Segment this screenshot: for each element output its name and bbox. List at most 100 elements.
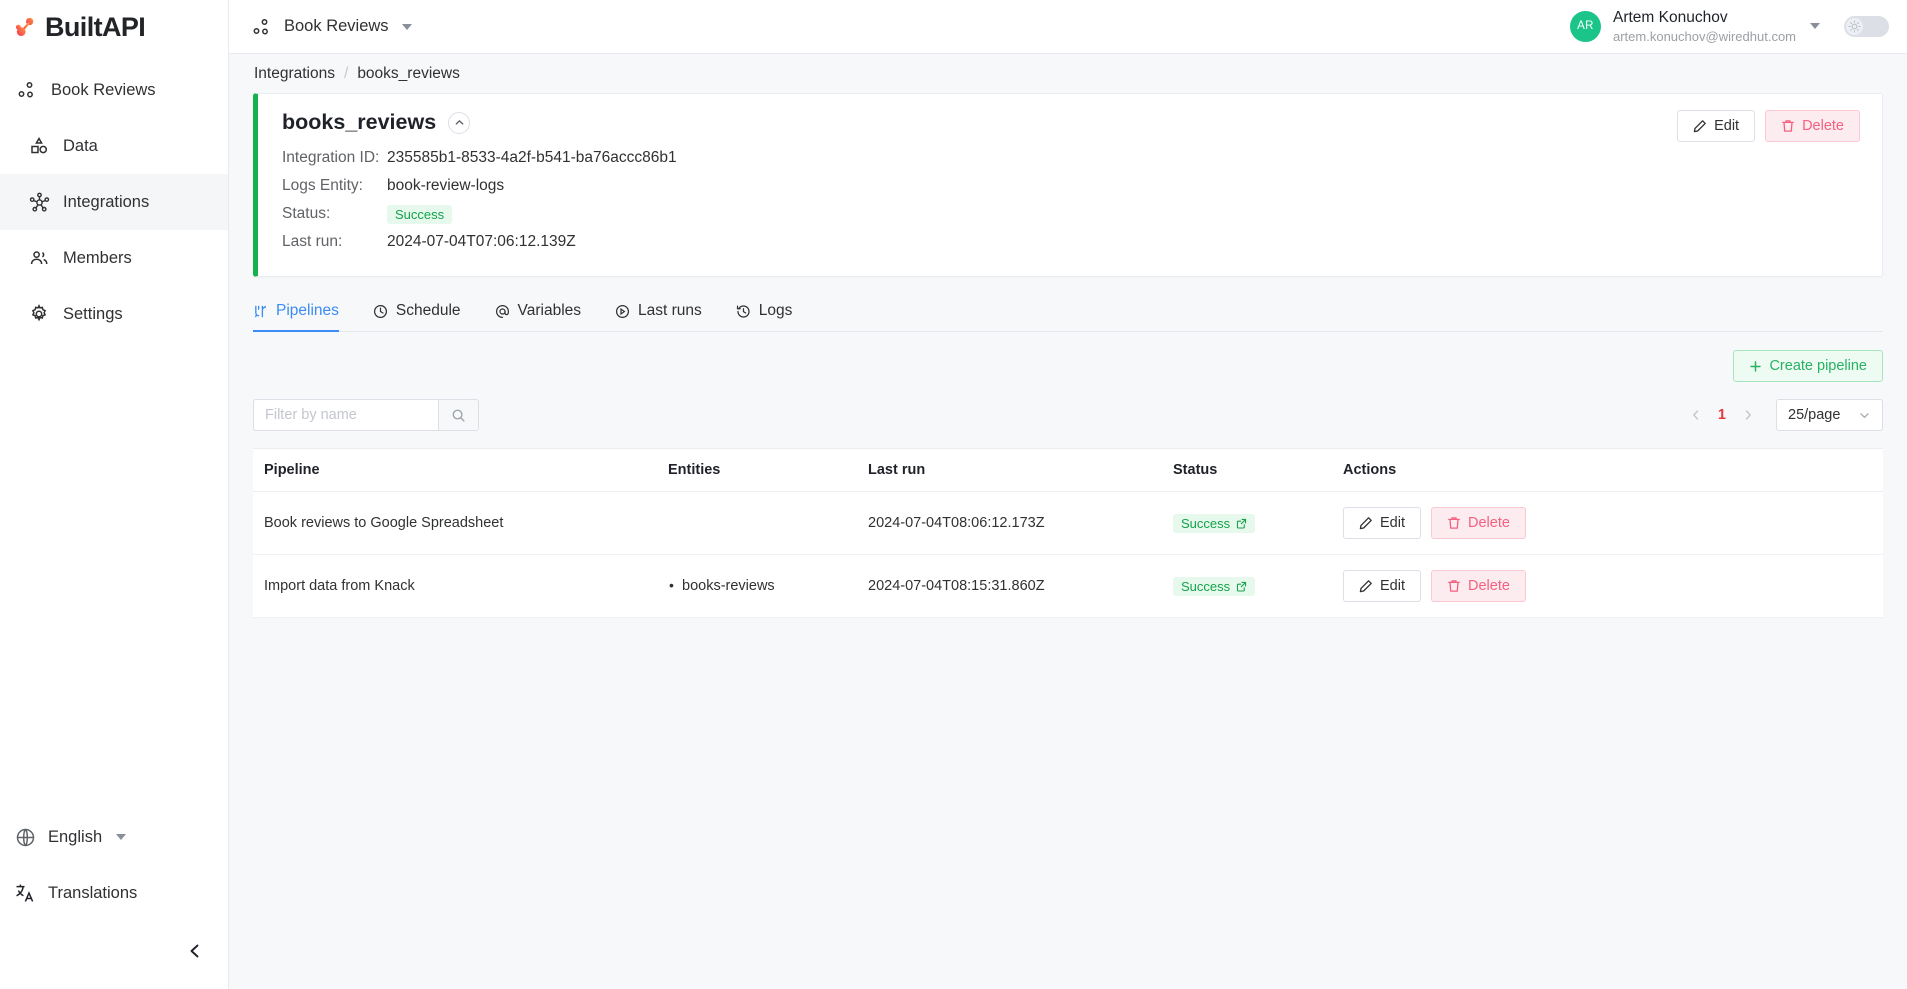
status-badge[interactable]: Success <box>1173 576 1256 596</box>
sidebar-item-members[interactable]: Members <box>0 230 228 286</box>
sidebar-item-integrations-label: Integrations <box>63 192 150 211</box>
cell-pipeline-name: Import data from Knack <box>253 554 658 618</box>
search-icon <box>451 408 466 423</box>
cell-last-run: 2024-07-04T08:15:31.860Z <box>858 554 1163 618</box>
theme-toggle[interactable] <box>1844 16 1889 37</box>
filter-group <box>253 399 479 431</box>
pagination-next-button[interactable] <box>1738 409 1758 421</box>
pagination-page-1[interactable]: 1 <box>1715 407 1729 423</box>
sidebar-nav: Book Reviews Data Integrations Members S… <box>0 62 228 342</box>
edit-pipeline-label: Edit <box>1380 578 1405 594</box>
field-integration-id-value: 235585b1-8533-4a2f-b541-ba76accc86b1 <box>387 149 677 166</box>
integration-detail-fields: books_reviews Integration ID: 235585b1-8… <box>282 110 1860 256</box>
delete-integration-label: Delete <box>1802 118 1844 134</box>
edit-integration-button[interactable]: Edit <box>1677 110 1756 142</box>
create-pipeline-button[interactable]: Create pipeline <box>1733 350 1883 382</box>
sidebar-item-data-label: Data <box>63 136 98 155</box>
language-label: English <box>48 827 103 846</box>
search-input[interactable] <box>253 399 438 431</box>
gear-icon <box>28 303 50 325</box>
pagination-prev-button[interactable] <box>1686 409 1706 421</box>
table-row[interactable]: Import data from Knack books-reviews 202… <box>253 554 1883 618</box>
translations-label: Translations <box>48 883 138 902</box>
cell-actions: Edit Delete <box>1333 554 1883 618</box>
status-badge[interactable]: Success <box>1173 513 1256 533</box>
table-row[interactable]: Book reviews to Google Spreadsheet 2024-… <box>253 491 1883 555</box>
chevron-left-icon[interactable] <box>185 941 205 961</box>
language-selector[interactable]: English <box>0 809 229 865</box>
create-pipeline-label: Create pipeline <box>1769 358 1867 374</box>
builtapi-logo-icon <box>14 16 36 38</box>
topbar-project-label: Book Reviews <box>284 17 389 35</box>
delete-pipeline-button[interactable]: Delete <box>1431 507 1526 539</box>
column-header-last-run: Last run <box>858 449 1163 492</box>
cell-last-run: 2024-07-04T08:06:12.173Z <box>858 491 1163 555</box>
edit-pipeline-label: Edit <box>1380 515 1405 531</box>
pagination: 1 25/page <box>1686 399 1883 431</box>
plus-icon <box>1749 360 1762 373</box>
sidebar-collapse-row <box>0 921 229 981</box>
breadcrumb-separator: / <box>344 64 349 82</box>
pipelines-table-element: Pipeline Entities Last run Status Action… <box>253 449 1883 618</box>
edit-pipeline-button[interactable]: Edit <box>1343 570 1421 602</box>
tab-last-runs[interactable]: Last runs <box>615 302 702 332</box>
pipelines-table: Pipeline Entities Last run Status Action… <box>253 448 1883 618</box>
cell-entities <box>658 491 858 555</box>
page-size-select[interactable]: 25/page <box>1776 399 1883 431</box>
sidebar: BuiltAPI Book Reviews Data Integrations … <box>0 0 229 989</box>
play-circle-icon <box>615 304 630 319</box>
sidebar-item-project[interactable]: Book Reviews <box>0 62 228 118</box>
pencil-icon <box>1359 579 1373 593</box>
chevron-up-icon[interactable] <box>448 111 471 134</box>
status-badge: Success <box>387 204 453 224</box>
brand-name: BuiltAPI <box>45 11 146 42</box>
column-header-status: Status <box>1163 449 1333 492</box>
tab-variables[interactable]: Variables <box>495 302 581 332</box>
breadcrumb-parent[interactable]: Integrations <box>254 65 335 83</box>
user-info: Artem Konuchov artem.konuchov@wiredhut.c… <box>1613 8 1796 46</box>
project-nodes-icon <box>251 16 273 38</box>
topbar-project-selector[interactable]: Book Reviews <box>251 16 412 38</box>
brand-logo[interactable]: BuiltAPI <box>0 0 228 54</box>
delete-integration-button[interactable]: Delete <box>1765 110 1860 142</box>
cell-status: Success <box>1163 554 1333 618</box>
tab-schedule[interactable]: Schedule <box>373 302 461 332</box>
sidebar-footer: English Translations <box>0 809 229 989</box>
sidebar-item-members-label: Members <box>63 248 132 267</box>
chevron-down-icon <box>401 23 412 30</box>
field-last-run-value: 2024-07-04T07:06:12.139Z <box>387 233 576 250</box>
table-head: Pipeline Entities Last run Status Action… <box>253 449 1883 492</box>
edit-pipeline-button[interactable]: Edit <box>1343 507 1421 539</box>
delete-pipeline-label: Delete <box>1468 515 1510 531</box>
content-area: Integrations / books_reviews books_revie… <box>229 54 1907 989</box>
delete-pipeline-label: Delete <box>1468 578 1510 594</box>
row-action-group: Edit Delete <box>1343 507 1873 539</box>
column-header-pipeline: Pipeline <box>253 449 658 492</box>
user-name: Artem Konuchov <box>1613 8 1728 26</box>
sidebar-item-settings[interactable]: Settings <box>0 286 228 342</box>
chevron-down-icon <box>1858 409 1871 422</box>
topbar: Book Reviews AR Artem Konuchov artem.kon… <box>229 0 1907 54</box>
table-header-row: Pipeline Entities Last run Status Action… <box>253 449 1883 492</box>
table-body: Book reviews to Google Spreadsheet 2024-… <box>253 491 1883 618</box>
tab-pipelines-label: Pipelines <box>276 302 339 319</box>
external-link-icon <box>1236 518 1247 529</box>
sidebar-item-data[interactable]: Data <box>0 118 228 174</box>
field-status-label: Status: <box>282 205 331 222</box>
search-button[interactable] <box>438 399 479 431</box>
history-icon <box>736 304 751 319</box>
delete-pipeline-button[interactable]: Delete <box>1431 570 1526 602</box>
user-email: artem.konuchov@wiredhut.com <box>1613 29 1796 45</box>
user-menu[interactable]: AR Artem Konuchov artem.konuchov@wiredhu… <box>1570 8 1820 46</box>
pipelines-icon <box>253 304 268 319</box>
tab-bar: Pipelines Schedule Variables Last runs L… <box>253 290 1883 332</box>
translations-link[interactable]: Translations <box>0 865 229 921</box>
cell-actions: Edit Delete <box>1333 491 1883 555</box>
tab-pipelines[interactable]: Pipelines <box>253 302 339 332</box>
tab-logs[interactable]: Logs <box>736 302 792 332</box>
globe-icon <box>14 826 36 848</box>
sidebar-item-project-label: Book Reviews <box>51 80 156 99</box>
main-area: Book Reviews AR Artem Konuchov artem.kon… <box>229 0 1907 989</box>
page-size-value: 25/page <box>1788 407 1841 423</box>
sidebar-item-integrations[interactable]: Integrations <box>0 174 228 230</box>
